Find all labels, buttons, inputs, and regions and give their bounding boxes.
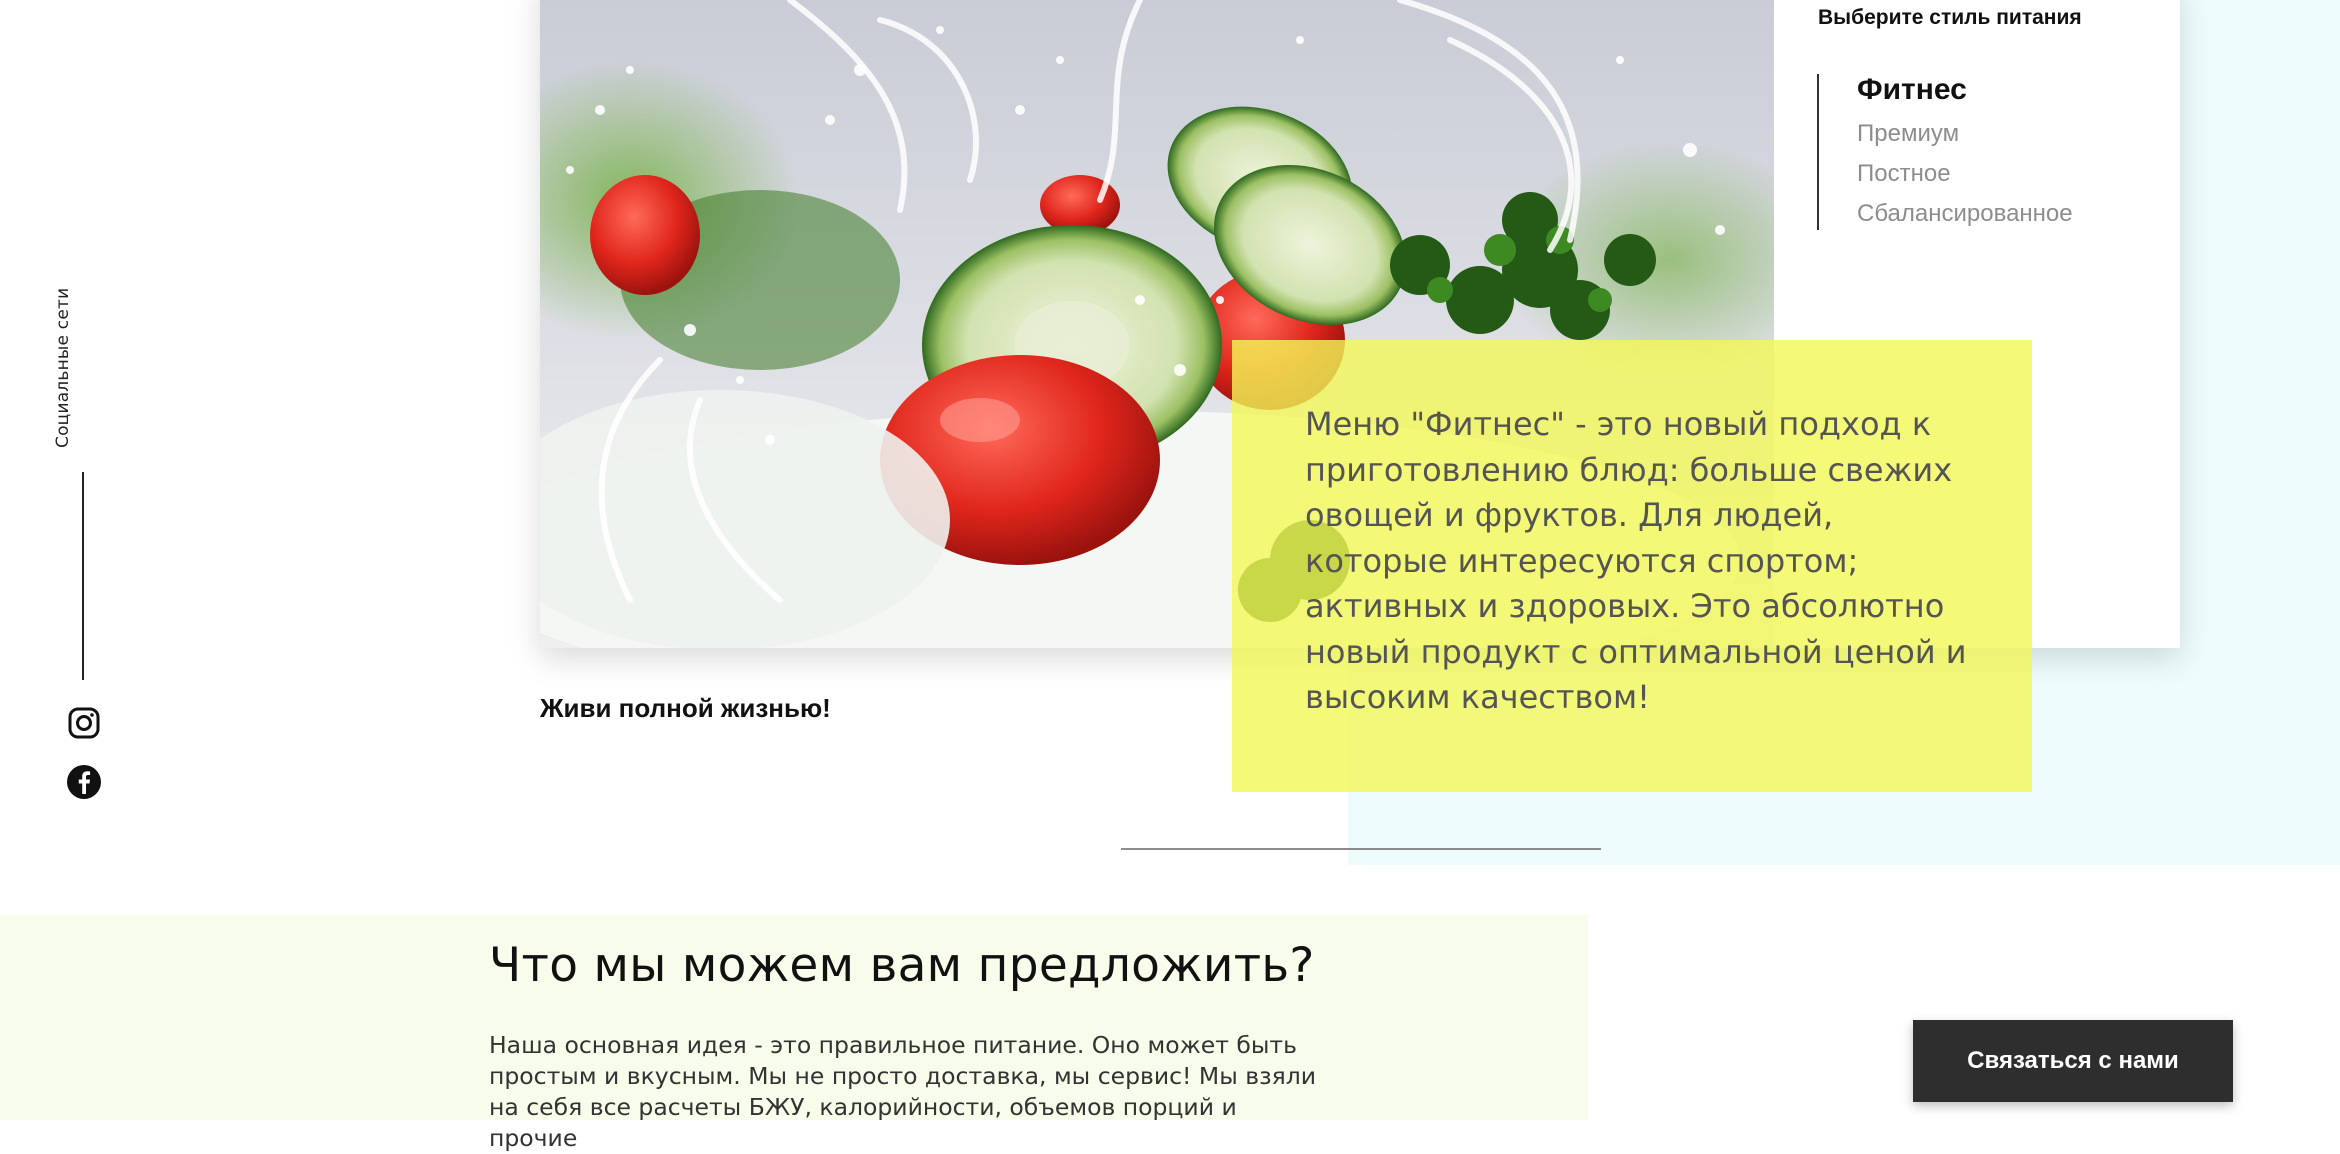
- style-item-fitness[interactable]: Фитнес: [1857, 73, 1967, 107]
- style-menu-line: [1817, 74, 1819, 230]
- offer-text: Наша основная идея - это правильное пита…: [489, 1031, 1317, 1152]
- contact-us-button[interactable]: Связаться с нами: [1913, 1020, 2233, 1102]
- style-selector-title: Выберите стиль питания: [1818, 6, 2082, 29]
- facebook-icon[interactable]: [66, 764, 102, 800]
- style-item-premium[interactable]: Премиум: [1857, 120, 1959, 148]
- slogan: Живи полной жизнью!: [540, 693, 831, 723]
- social-divider-line: [82, 472, 84, 680]
- section-divider: [1121, 848, 1601, 850]
- style-item-balanced[interactable]: Сбалансированное: [1857, 200, 2073, 228]
- menu-description: Меню "Фитнес" - это новый подход к приго…: [1305, 405, 1967, 716]
- style-item-lenten[interactable]: Постное: [1857, 160, 1951, 188]
- instagram-icon[interactable]: [66, 705, 102, 741]
- offer-title: Что мы можем вам предложить?: [489, 938, 1315, 993]
- social-networks-label: Социальные сети: [53, 287, 73, 448]
